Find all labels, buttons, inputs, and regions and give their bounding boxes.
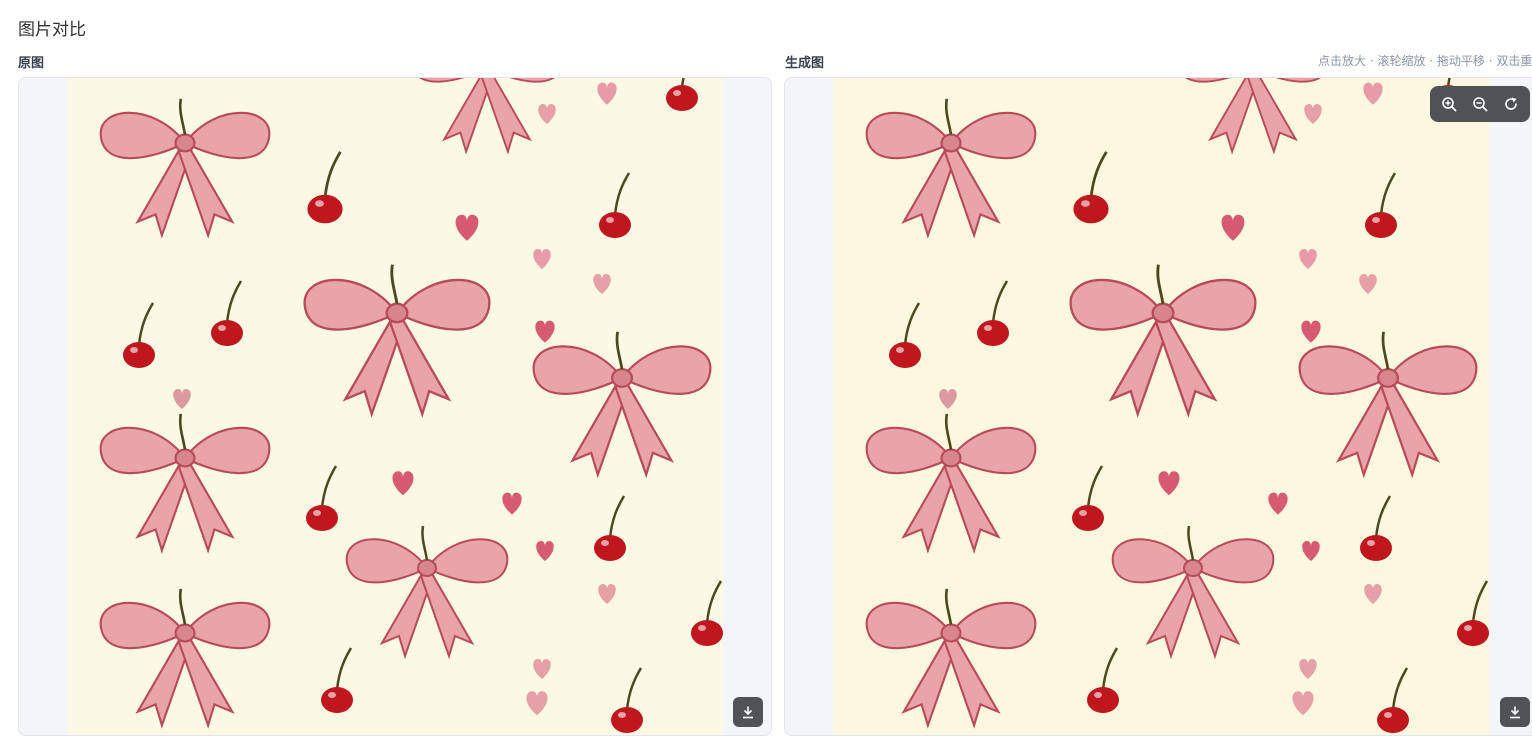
- bow-motif: [865, 98, 1037, 239]
- cherry-motif: [1073, 151, 1109, 224]
- heart-motif: [1158, 471, 1180, 496]
- generated-image-viewer[interactable]: [784, 77, 1532, 736]
- cherry-motif: [1377, 667, 1409, 733]
- cherry-motif: [1360, 495, 1392, 561]
- cherry-motif: [611, 667, 643, 733]
- heart-motif: [1364, 584, 1382, 604]
- download-icon: [743, 706, 753, 719]
- cherry-motif: [889, 302, 921, 368]
- heart-motif: [392, 471, 414, 496]
- heart-motif: [1299, 249, 1317, 269]
- heart-motif: [1363, 82, 1383, 105]
- heart-motif: [593, 274, 611, 294]
- generated-image: [833, 78, 1489, 735]
- zoom-out-button[interactable]: [1467, 91, 1493, 117]
- original-image-viewer[interactable]: [18, 77, 772, 736]
- bow-motif: [1298, 331, 1478, 479]
- cherry-motif: [1365, 172, 1397, 238]
- heart-motif: [173, 389, 191, 409]
- bow-motif: [303, 264, 491, 418]
- heart-motif: [536, 541, 554, 561]
- cherry-motif: [594, 495, 626, 561]
- heart-motif: [1359, 274, 1377, 294]
- cherry-motif: [123, 302, 155, 368]
- bow-motif: [99, 98, 271, 239]
- heart-motif: [533, 249, 551, 269]
- zoom-toolbar: [1430, 86, 1530, 122]
- reset-icon: [1504, 97, 1517, 110]
- cherry-motif: [691, 580, 723, 646]
- heart-motif: [538, 104, 556, 124]
- bow-motif: [345, 525, 509, 660]
- zoom-in-button[interactable]: [1436, 91, 1462, 117]
- bow-motif: [865, 588, 1037, 729]
- heart-motif: [455, 214, 479, 241]
- bow-motif: [99, 588, 271, 729]
- original-image: [67, 78, 723, 735]
- original-image-label: 原图: [18, 56, 45, 71]
- heart-motif: [502, 492, 522, 515]
- heart-motif: [535, 320, 555, 343]
- heart-motif: [526, 691, 548, 716]
- heart-motif: [1268, 492, 1288, 515]
- cherry-motif: [1072, 465, 1104, 531]
- viewer-hint: 点击放大 · 滚轮缩放 · 拖动平移 · 双击重置: [1318, 54, 1532, 68]
- bow-motif: [1111, 525, 1275, 660]
- cherry-motif: [211, 280, 243, 346]
- cherry-motif: [666, 78, 698, 111]
- download-generated-button[interactable]: [1500, 697, 1530, 727]
- heart-motif: [1221, 214, 1245, 241]
- zoom-in-icon: [1442, 97, 1457, 112]
- page-title: 图片对比: [18, 20, 86, 40]
- zoom-out-icon: [1473, 97, 1488, 112]
- heart-motif: [1301, 320, 1321, 343]
- heart-motif: [939, 389, 957, 409]
- download-icon: [1510, 706, 1520, 719]
- cherry-motif: [307, 151, 343, 224]
- heart-motif: [1302, 541, 1320, 561]
- cherry-motif: [321, 647, 353, 713]
- heart-motif: [598, 584, 616, 604]
- bow-motif: [1069, 264, 1257, 418]
- reset-button[interactable]: [1498, 91, 1524, 117]
- heart-motif: [1292, 691, 1314, 716]
- download-original-button[interactable]: [733, 697, 763, 727]
- heart-motif: [1304, 104, 1322, 124]
- generated-image-label: 生成图: [785, 56, 825, 71]
- cherry-motif: [306, 465, 338, 531]
- bow-motif: [865, 413, 1037, 554]
- cherry-motif: [1087, 647, 1119, 713]
- cherry-motif: [1457, 580, 1489, 646]
- bow-motif: [532, 331, 712, 479]
- heart-motif: [533, 659, 551, 679]
- bow-motif: [99, 413, 271, 554]
- cherry-motif: [977, 280, 1009, 346]
- heart-motif: [597, 82, 617, 105]
- heart-motif: [1299, 659, 1317, 679]
- cherry-motif: [599, 172, 631, 238]
